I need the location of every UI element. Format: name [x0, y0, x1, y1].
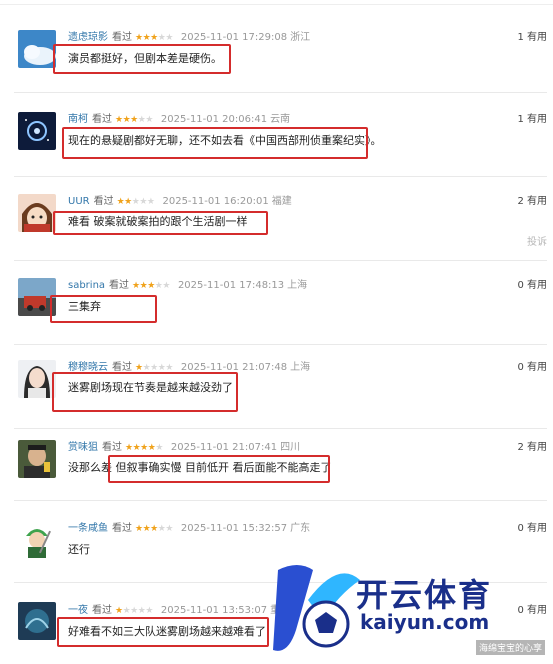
watch-status: 看过	[112, 523, 132, 534]
avatar[interactable]	[18, 30, 56, 68]
comment-location: 福建	[271, 196, 292, 207]
brand-logo-icon	[273, 565, 360, 651]
rating-stars: ★★★★★	[117, 197, 155, 207]
username-link[interactable]: 一夜	[68, 605, 88, 616]
avatar[interactable]	[18, 440, 56, 478]
comment-location: 四川	[280, 442, 301, 453]
useful-vote[interactable]: 0 有用	[517, 522, 547, 536]
watch-status: 看过	[93, 196, 114, 207]
divider	[14, 176, 547, 177]
divider	[14, 500, 547, 501]
brand-domain: kaiyun.com	[360, 610, 490, 634]
star-icon: ★	[165, 524, 173, 534]
avatar[interactable]	[18, 112, 56, 150]
star-icon: ★	[162, 281, 170, 291]
star-icon: ★	[124, 197, 132, 207]
star-icon: ★	[135, 524, 143, 534]
comment-meta: 赏味狙 看过 ★★★★★ 2025-11-01 21:07:41 四川	[68, 441, 300, 455]
star-icon: ★	[147, 281, 155, 291]
star-icon: ★	[130, 115, 138, 125]
divider	[14, 344, 547, 345]
username-link[interactable]: 一条咸鱼	[68, 523, 108, 534]
star-icon: ★	[130, 606, 138, 616]
watch-status: 看过	[109, 280, 130, 291]
comment-time: 2025-11-01 17:48:13	[177, 280, 285, 291]
highlight-box	[62, 127, 368, 159]
rating-stars: ★★★★★	[135, 33, 173, 43]
useful-vote[interactable]: 1 有用	[517, 31, 547, 45]
watch-status: 看过	[92, 605, 112, 616]
comment-meta: sabrina 看过 ★★★★★ 2025-11-01 17:48:13 上海	[68, 279, 307, 293]
comment-location: 浙江	[290, 32, 311, 43]
watermark-logo: 开云体育 kaiyun.com 海绵宝宝的心享	[268, 560, 553, 660]
comment-location: 上海	[287, 280, 308, 291]
comment-time: 2025-11-01 15:32:57	[180, 523, 288, 534]
comment-time: 2025-11-01 13:53:07	[160, 605, 268, 616]
star-icon: ★	[150, 33, 158, 43]
star-icon: ★	[132, 281, 140, 291]
watch-status: 看过	[102, 442, 122, 453]
comment-meta: 遗虑琼影 看过 ★★★★★ 2025-11-01 17:29:08 浙江	[68, 31, 310, 45]
useful-vote[interactable]: 2 有用	[517, 195, 547, 209]
star-icon: ★	[115, 115, 123, 125]
rating-stars: ★★★★★	[135, 524, 173, 534]
username-link[interactable]: sabrina	[68, 280, 105, 291]
star-icon: ★	[145, 606, 153, 616]
credit-watermark: 海绵宝宝的心享	[475, 640, 545, 655]
star-icon: ★	[140, 443, 148, 453]
rating-stars: ★★★★★	[125, 443, 163, 453]
star-icon: ★	[146, 197, 155, 207]
comment-time: 2025-11-01 21:07:41	[170, 442, 278, 453]
highlight-box	[108, 455, 330, 483]
report-link[interactable]: 投诉	[527, 233, 547, 248]
comment-location: 上海	[290, 362, 311, 373]
useful-vote[interactable]: 0 有用	[517, 279, 547, 293]
avatar[interactable]	[18, 360, 56, 398]
rating-stars: ★★★★★	[132, 281, 170, 291]
star-icon: ★	[145, 115, 153, 125]
comment-meta: 一条咸鱼 看过 ★★★★★ 2025-11-01 15:32:57 广东	[68, 522, 310, 536]
top-divider	[0, 0, 553, 5]
comment-text: 还行	[68, 543, 90, 556]
star-icon: ★	[125, 443, 133, 453]
highlight-box	[52, 372, 238, 412]
avatar[interactable]	[18, 602, 56, 640]
rating-stars: ★★★★★	[115, 606, 153, 616]
divider	[14, 260, 547, 261]
divider	[14, 428, 547, 429]
star-icon: ★	[155, 443, 163, 453]
highlight-box	[53, 44, 231, 74]
highlight-box	[57, 617, 269, 647]
star-icon: ★	[115, 606, 123, 616]
star-icon: ★	[139, 197, 147, 207]
star-icon: ★	[135, 33, 143, 43]
username-link[interactable]: 南柯	[68, 114, 88, 125]
watch-status: 看过	[92, 114, 112, 125]
highlight-box	[50, 295, 157, 323]
useful-vote[interactable]: 0 有用	[517, 361, 547, 375]
comment-location: 云南	[270, 114, 291, 125]
comment-time: 2025-11-01 17:29:08	[180, 32, 288, 43]
divider	[14, 92, 547, 93]
avatar[interactable]	[18, 520, 56, 558]
username-link[interactable]: 遗虑琼影	[68, 32, 108, 43]
avatar[interactable]	[18, 194, 56, 232]
star-icon: ★	[165, 33, 173, 43]
comment-meta: UUR 看过 ★★★★★ 2025-11-01 16:20:01 福建	[68, 195, 292, 209]
useful-vote[interactable]: 2 有用	[517, 441, 547, 455]
comment-location: 广东	[290, 523, 311, 534]
rating-stars: ★★★★★	[115, 115, 153, 125]
useful-vote[interactable]: 1 有用	[517, 113, 547, 127]
star-icon: ★	[150, 524, 158, 534]
comment-meta: 一夜看过★★★★★2025-11-01 13:53:07重庆	[68, 604, 290, 618]
comment-time: 2025-11-01 20:06:41	[160, 114, 268, 125]
username-link[interactable]: UUR	[68, 196, 90, 207]
highlight-box	[53, 211, 268, 235]
watch-status: 看过	[112, 32, 132, 43]
comment-meta: 南柯 看过 ★★★★★ 2025-11-01 20:06:41 云南	[68, 113, 290, 127]
comment-time: 2025-11-01 16:20:01	[162, 196, 269, 207]
username-link[interactable]: 赏味狙	[68, 442, 98, 453]
